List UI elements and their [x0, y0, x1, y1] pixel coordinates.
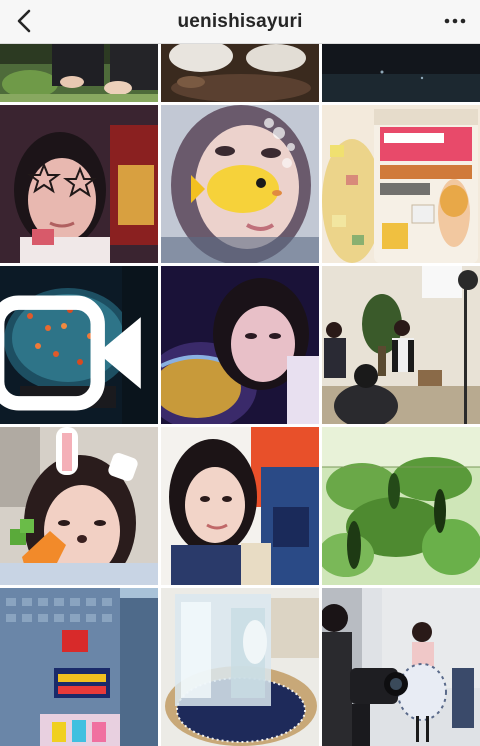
- grid-tile-selfie-bunny-carrot[interactable]: [0, 427, 158, 585]
- grid-tile-interview-set[interactable]: [322, 266, 480, 424]
- grid-tile-camera-crew[interactable]: [322, 588, 480, 746]
- grid-tile-tbs-building[interactable]: [0, 588, 158, 746]
- grid-tile-cup-noodle[interactable]: [322, 105, 480, 263]
- grid-tile-bitter-gourd[interactable]: [322, 427, 480, 585]
- photo-grid: [0, 44, 480, 746]
- grid-tile-selfie-blue-dress[interactable]: [161, 427, 319, 585]
- more-horizontal-icon: [444, 18, 466, 24]
- profile-username: uenishisayuri: [177, 11, 303, 32]
- grid-tile-ice-block[interactable]: [161, 588, 319, 746]
- more-options-button[interactable]: [440, 8, 470, 34]
- grid-tile-goldfish-bowl[interactable]: [0, 266, 158, 424]
- grid-tile-stones[interactable]: [161, 44, 319, 102]
- top-bar: uenishisayuri: [0, 0, 480, 44]
- grid-tile-dark-scene[interactable]: [322, 44, 480, 102]
- grid-tile-selfie-aquarium[interactable]: [161, 266, 319, 424]
- grid-tile-selfie-star-glasses[interactable]: [0, 105, 158, 263]
- video-icon: [0, 295, 141, 411]
- grid-tile-hands-plants[interactable]: [0, 44, 158, 102]
- grid-tile-selfie-fish[interactable]: [161, 105, 319, 263]
